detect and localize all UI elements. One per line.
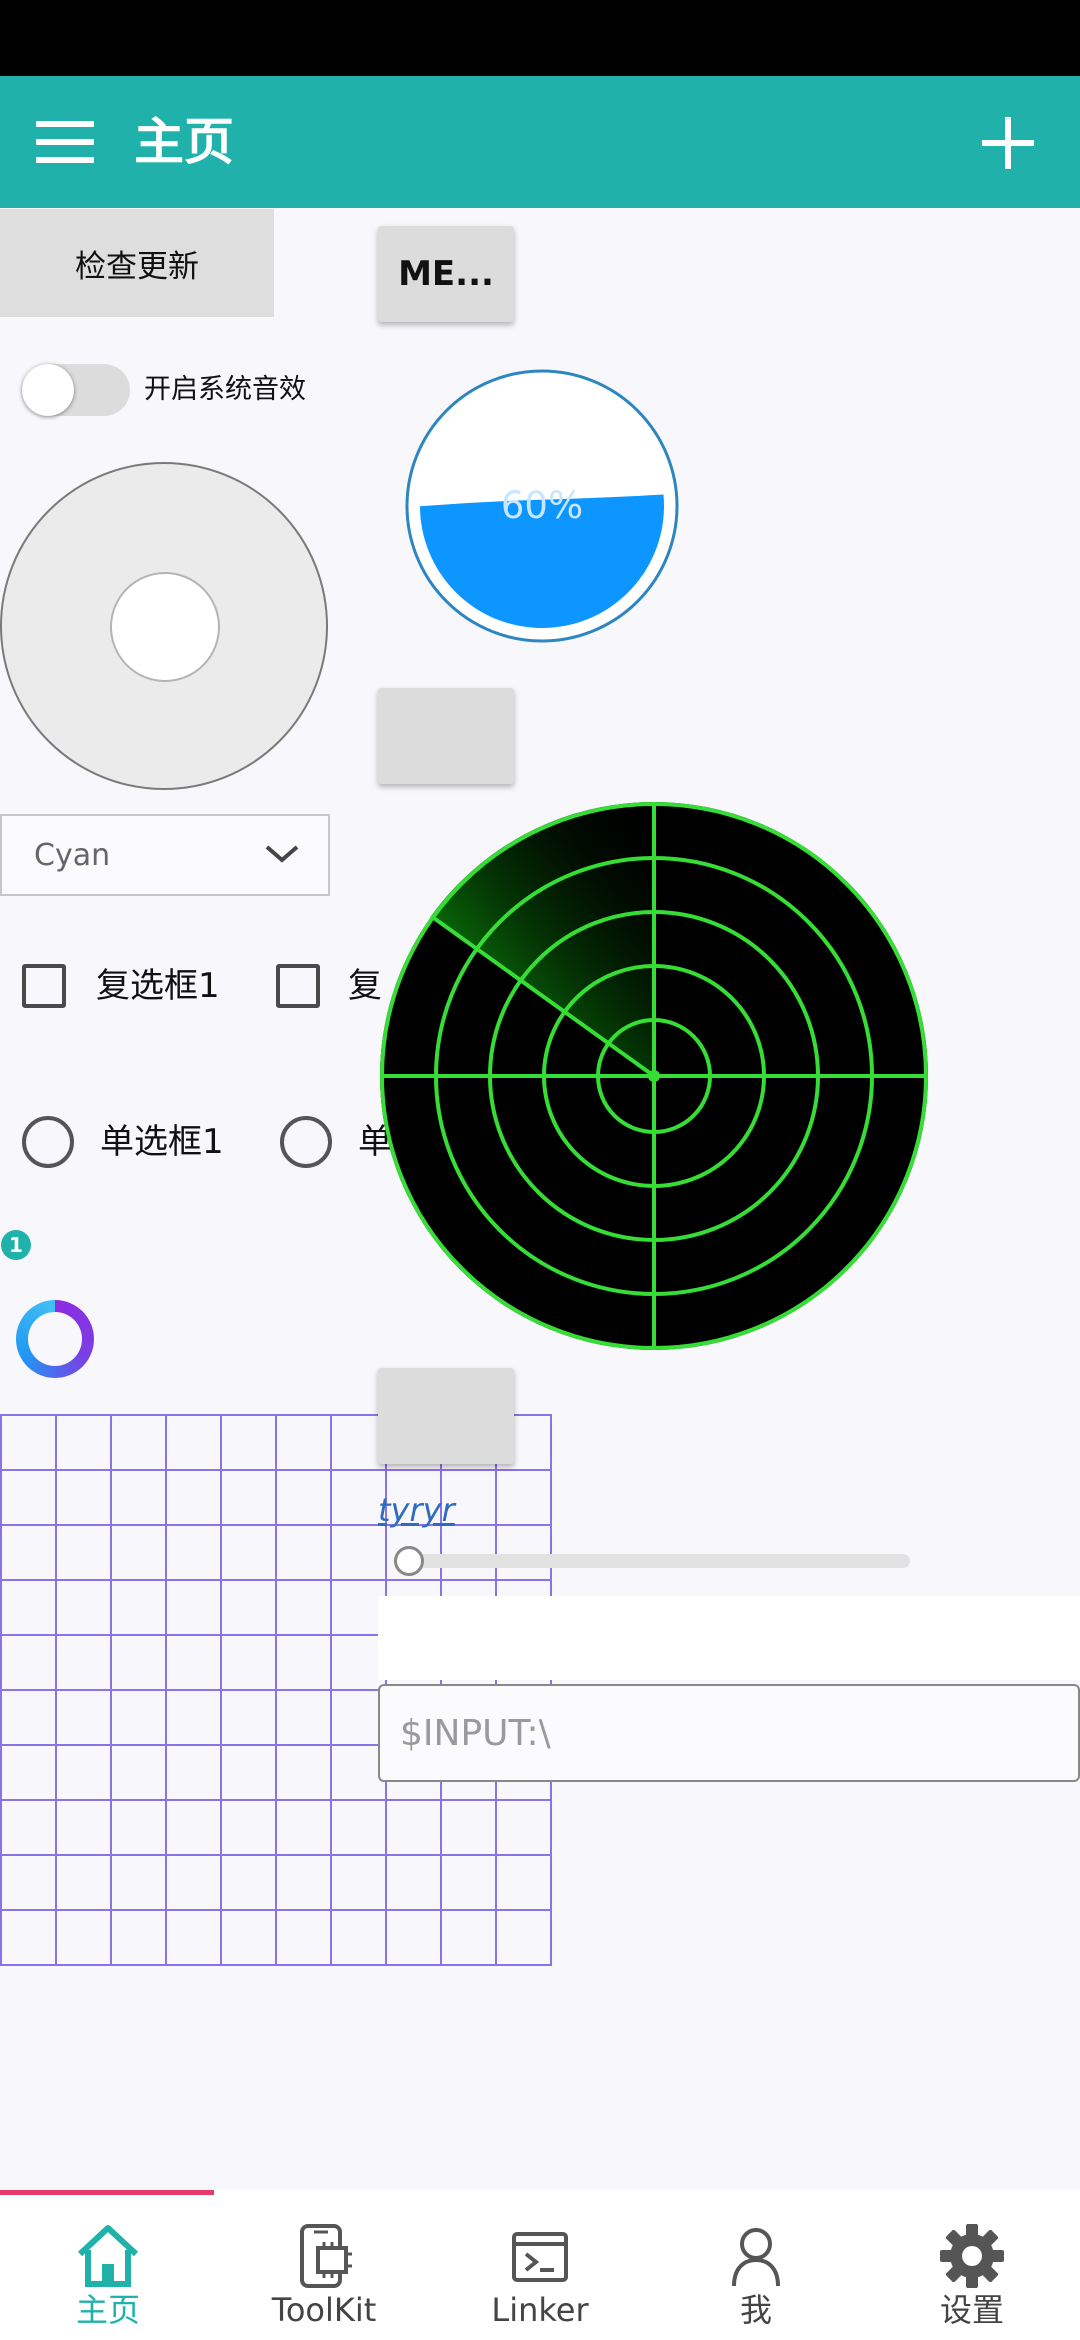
blank-panel — [378, 1596, 1080, 1680]
sound-effects-toggle[interactable] — [22, 364, 130, 416]
radio-1[interactable] — [22, 1116, 74, 1168]
loading-spinner — [16, 1300, 94, 1378]
terminal-icon — [512, 2232, 568, 2282]
nav-label-me: 我 — [739, 2291, 772, 2329]
nav-label-home: 主页 — [75, 2291, 140, 2329]
hamburger-menu-icon[interactable] — [36, 121, 94, 163]
nav-label-settings: 设置 — [939, 2291, 1004, 2329]
nav-label-linker: Linker — [491, 2291, 589, 2329]
toggle-knob — [22, 364, 74, 416]
page-title: 主页 — [134, 113, 234, 171]
color-select-dropdown[interactable]: Cyan — [0, 814, 330, 896]
nav-item-linker[interactable]: Linker — [432, 2190, 648, 2340]
color-select-value: Cyan — [34, 838, 111, 873]
radio-1-label: 单选框1 — [100, 1122, 224, 1162]
nav-label-toolkit: ToolKit — [271, 2291, 377, 2329]
checkbox-1[interactable] — [22, 964, 66, 1008]
checkbox-2[interactable] — [276, 964, 320, 1008]
gear-icon — [940, 2224, 1004, 2288]
radio-2[interactable] — [280, 1116, 332, 1168]
person-icon — [732, 2228, 780, 2287]
slider-thumb[interactable] — [394, 1546, 424, 1576]
menu-button[interactable]: ME... — [378, 226, 514, 322]
phone-chip-icon — [300, 2224, 352, 2288]
command-input[interactable] — [378, 1684, 1080, 1782]
slider-track[interactable] — [394, 1554, 910, 1568]
blank-button[interactable] — [378, 688, 514, 784]
status-bar — [0, 0, 1080, 76]
nav-item-me[interactable]: 我 — [648, 2190, 864, 2340]
nav-item-settings[interactable]: 设置 — [864, 2190, 1080, 2340]
progress-label: 60% — [500, 484, 584, 527]
chevron-down-icon — [265, 845, 299, 863]
nav-item-home[interactable]: 主页 — [0, 2190, 216, 2340]
rotary-knob-center[interactable] — [110, 572, 220, 682]
checkbox-2-label: 复 — [348, 966, 382, 1006]
link-text[interactable]: tyryr — [378, 1490, 455, 1530]
radar-scanner — [380, 801, 928, 1350]
sound-effects-toggle-label: 开启系统音效 — [144, 374, 306, 405]
blank-button[interactable] — [378, 1368, 514, 1464]
nav-item-toolkit[interactable]: ToolKit — [216, 2190, 432, 2340]
notification-badge: 1 — [1, 1230, 31, 1260]
check-update-button[interactable]: 检查更新 — [0, 209, 274, 317]
checkbox-1-label: 复选框1 — [96, 966, 220, 1006]
home-icon — [77, 2225, 139, 2287]
plus-icon[interactable] — [982, 117, 1034, 169]
